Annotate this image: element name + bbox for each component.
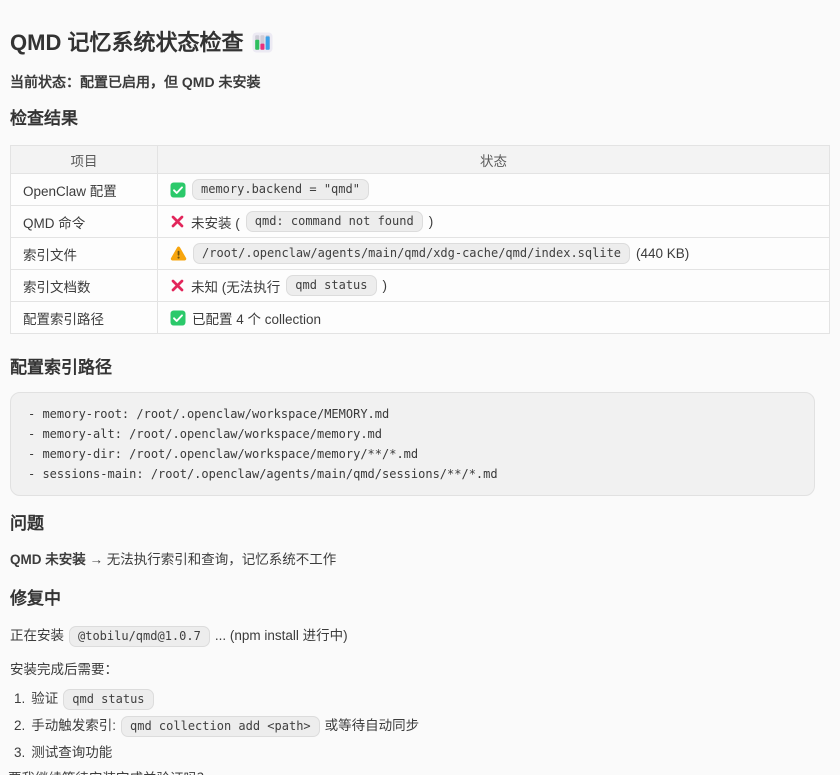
installing-pre-text: 正在安装 <box>10 625 64 647</box>
problem-bold-text: QMD 未安装 <box>10 552 86 567</box>
cross-icon <box>170 214 185 229</box>
status-cell: 未知 (无法执行 qmd status) <box>158 270 830 302</box>
inline-code: qmd: command not found <box>246 211 423 232</box>
step-item: 1. 验证qmd status <box>14 688 830 710</box>
bar-chart-emoji-icon <box>252 32 273 53</box>
table-row: 配置索引路径 已配置 4 个 collection <box>11 302 830 334</box>
table-row: QMD 命令 未安装 ( qmd: command not found) <box>11 206 830 238</box>
step-text: 手动触发索引: <box>31 715 116 737</box>
results-section-heading: 检查结果 <box>10 108 830 129</box>
item-cell: 配置索引路径 <box>11 302 158 334</box>
table-row: 索引文件/root/.openclaw/agents/main/qmd/xdg-… <box>11 238 830 270</box>
table-header-row: 项目 状态 <box>11 146 830 174</box>
paths-section-heading: 配置索引路径 <box>10 357 830 378</box>
report-document: QMD 记忆系统状态检查 当前状态：配置已启用，但 QMD 未安装 检查结果 项… <box>0 29 840 775</box>
status-text: ) <box>383 278 388 293</box>
step-text: 或等待自动同步 <box>325 715 420 737</box>
results-table: 项目 状态 OpenClaw 配置 memory.backend = "qmd" Q… <box>10 145 830 334</box>
status-cell: 未安装 ( qmd: command not found) <box>158 206 830 238</box>
step-number: 1. <box>14 688 25 710</box>
step-text: 验证 <box>31 688 58 710</box>
after-install-line: 安装完成后需要： <box>10 661 830 679</box>
step-item: 3. 测试查询功能 <box>14 742 830 764</box>
installing-line: 正在安装 @tobilu/qmd@1.0.7 ... (npm install … <box>10 625 830 647</box>
status-cell: 已配置 4 个 collection <box>158 302 830 334</box>
inline-code: memory.backend = "qmd" <box>192 179 369 200</box>
warning-icon <box>170 246 187 261</box>
final-question: 要我继续等待安装完成并验证吗？ <box>8 769 830 775</box>
item-cell: QMD 命令 <box>11 206 158 238</box>
status-text: 未安装 ( <box>191 212 240 232</box>
problem-rest-text: → 无法执行索引和查询，记忆系统不工作 <box>86 552 337 567</box>
problem-section-heading: 问题 <box>10 513 830 534</box>
item-cell: 索引文档数 <box>11 270 158 302</box>
step-number: 3. <box>14 742 25 764</box>
column-header-status: 状态 <box>158 146 830 174</box>
table-row: OpenClaw 配置 memory.backend = "qmd" <box>11 174 830 206</box>
status-text: 未知 (无法执行 <box>191 276 280 296</box>
item-cell: 索引文件 <box>11 238 158 270</box>
inline-code-package: @tobilu/qmd@1.0.7 <box>69 626 210 647</box>
column-header-item: 项目 <box>11 146 158 174</box>
status-cell: /root/.openclaw/agents/main/qmd/xdg-cach… <box>158 238 830 270</box>
fixing-section-heading: 修复中 <box>10 588 830 609</box>
inline-code: /root/.openclaw/agents/main/qmd/xdg-cach… <box>193 243 630 264</box>
status-text: ) <box>429 214 434 229</box>
inline-code: qmd collection add <path> <box>121 716 320 737</box>
installing-post-text: ... (npm install 进行中) <box>215 625 348 647</box>
page-title-text: QMD 记忆系统状态检查 <box>10 29 243 56</box>
results-table-body: OpenClaw 配置memory.backend = "qmd"QMD 命令未… <box>11 174 830 334</box>
paths-code-block: - memory-root: /root/.openclaw/workspace… <box>10 392 815 496</box>
problem-statement: QMD 未安装 → 无法执行索引和查询，记忆系统不工作 <box>10 550 830 570</box>
status-text: 已配置 4 个 collection <box>192 308 321 328</box>
step-number: 2. <box>14 715 25 737</box>
steps-list: 1. 验证qmd status 2. 手动触发索引:qmd collection ad… <box>10 688 830 764</box>
check-icon <box>170 182 186 198</box>
step-item: 2. 手动触发索引:qmd collection add <path>或等待自动同… <box>14 715 830 737</box>
page-title: QMD 记忆系统状态检查 <box>10 29 830 56</box>
inline-code: qmd status <box>286 275 376 296</box>
item-cell: OpenClaw 配置 <box>11 174 158 206</box>
cross-icon <box>170 278 185 293</box>
check-icon <box>170 310 186 326</box>
status-text: (440 KB) <box>636 246 689 261</box>
table-row: 索引文档数 未知 (无法执行 qmd status) <box>11 270 830 302</box>
inline-code: qmd status <box>63 689 153 710</box>
step-text: 测试查询功能 <box>31 742 112 764</box>
current-status-line: 当前状态：配置已启用，但 QMD 未安装 <box>10 73 830 91</box>
status-cell: memory.backend = "qmd" <box>158 174 830 206</box>
